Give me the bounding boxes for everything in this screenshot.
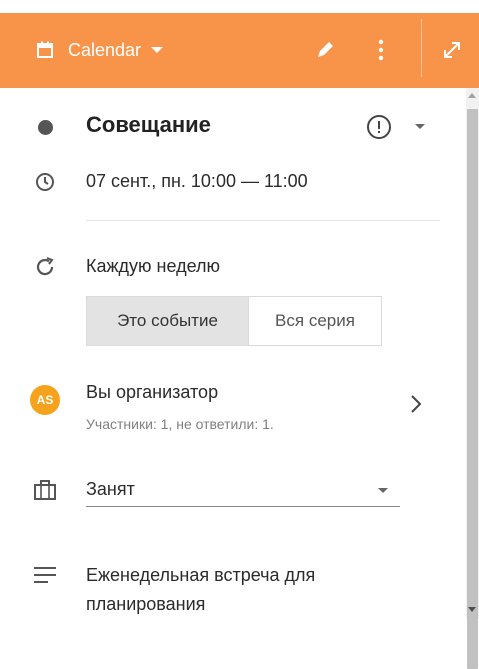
chevron-down-icon xyxy=(151,47,164,53)
event-header: Calendar xyxy=(0,13,479,88)
scope-this-event-button[interactable]: Это событие xyxy=(87,297,249,345)
expand-icon xyxy=(444,42,460,58)
expand-button[interactable] xyxy=(440,38,464,62)
chevron-down-icon xyxy=(378,488,388,493)
priority-button[interactable] xyxy=(366,114,392,140)
notes-icon xyxy=(34,566,58,584)
repeat-text[interactable]: Каждую неделю xyxy=(86,256,220,277)
briefcase-icon xyxy=(33,479,57,501)
header-divider xyxy=(421,19,422,77)
availability-value: Занят xyxy=(86,479,135,499)
edit-button[interactable] xyxy=(313,38,337,62)
priority-dropdown-icon[interactable] xyxy=(415,124,425,129)
info-icon xyxy=(367,115,391,139)
scrollbar[interactable] xyxy=(466,88,479,669)
avatar: AS xyxy=(30,385,60,415)
scope-segmented-control: Это событие Вся серия xyxy=(86,296,382,346)
calendar-selector[interactable]: Calendar xyxy=(36,35,164,65)
scroll-down-arrow[interactable] xyxy=(468,607,476,612)
chevron-right-icon[interactable] xyxy=(408,393,424,415)
scroll-up-arrow[interactable] xyxy=(468,93,476,98)
participants-summary: Участники: 1, не ответили: 1. xyxy=(86,416,274,432)
clock-icon xyxy=(35,172,55,192)
pencil-icon xyxy=(318,42,333,57)
event-datetime[interactable]: 07 сент., пн. 10:00 — 11:00 xyxy=(86,171,308,192)
event-description[interactable]: Еженедельная встреча для планирования xyxy=(86,561,416,619)
status-dot xyxy=(38,120,53,135)
more-vertical-icon xyxy=(378,39,384,61)
scope-whole-series-button[interactable]: Вся серия xyxy=(249,297,381,345)
section-divider xyxy=(86,220,440,221)
event-title: Совещание xyxy=(86,112,211,137)
calendar-label: Calendar xyxy=(68,39,142,60)
calendar-icon xyxy=(36,41,54,59)
scroll-thumb[interactable] xyxy=(467,109,478,669)
more-options-button[interactable] xyxy=(374,38,388,62)
availability-select[interactable]: Занят xyxy=(86,476,400,507)
repeat-icon xyxy=(33,255,57,279)
top-strip xyxy=(0,0,479,13)
organizer-title[interactable]: Вы организатор xyxy=(86,382,218,403)
